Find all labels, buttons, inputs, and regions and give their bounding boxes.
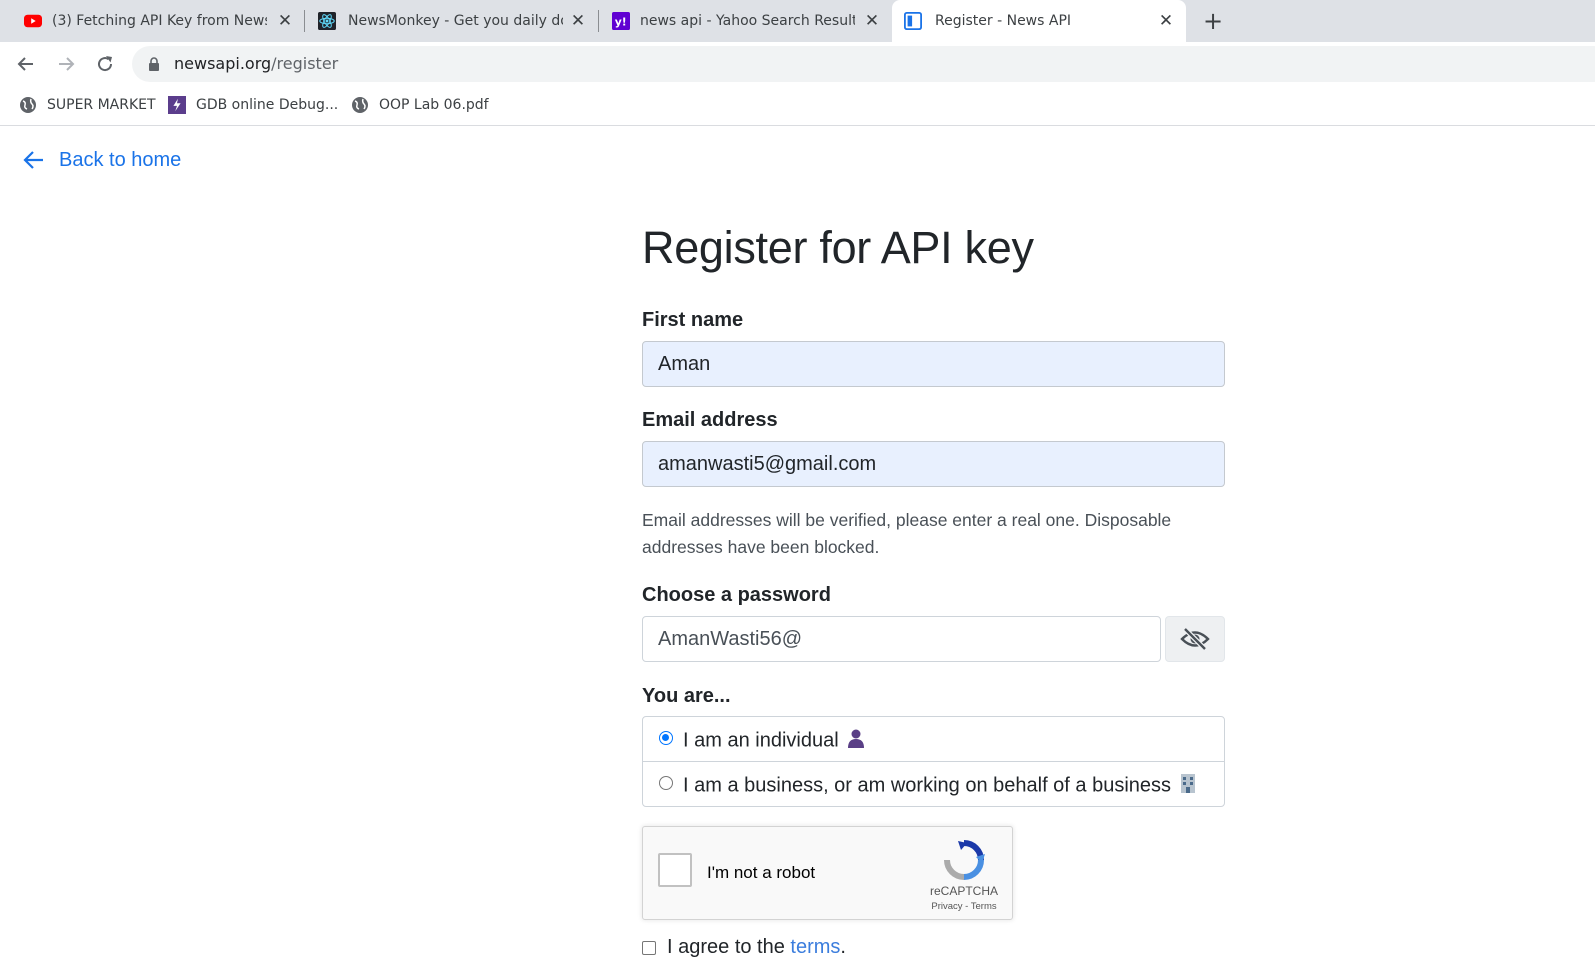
bookmarks-bar: SUPER MARKET GDB online Debug... OOP Lab… <box>0 86 1595 126</box>
bookmark-oop-lab[interactable]: OOP Lab 06.pdf <box>351 95 489 115</box>
reload-icon[interactable] <box>91 50 119 78</box>
password-input[interactable]: AmanWasti56@ <box>642 616 1161 662</box>
office-building-icon <box>1179 773 1197 799</box>
tab-newsmonkey[interactable]: NewsMonkey - Get you daily dos ✕ <box>308 0 599 42</box>
password-label: Choose a password <box>642 584 831 606</box>
agree-terms-row: I agree to the terms. <box>642 936 846 959</box>
email-help-text: Email addresses will be verified, please… <box>642 510 1172 557</box>
bookmark-super-market[interactable]: SUPER MARKET <box>19 95 156 115</box>
radio-individual-text: I am an individual <box>683 728 865 754</box>
agree-terms-text: I agree to the terms. <box>667 936 846 959</box>
recaptcha-checkbox[interactable] <box>658 853 692 887</box>
email-label: Email address <box>642 409 778 431</box>
bookmark-label: GDB online Debug... <box>196 97 339 113</box>
tab-title: NewsMonkey - Get you daily dos <box>348 13 563 29</box>
tab-close-icon[interactable]: ✕ <box>862 11 882 31</box>
eye-slash-icon <box>1180 627 1210 651</box>
youtube-icon <box>24 12 42 30</box>
recaptcha-brand: reCAPTCHA <box>929 884 998 898</box>
tab-close-icon[interactable]: ✕ <box>1156 11 1176 31</box>
tab-title: (3) Fetching API Key from News A <box>52 13 267 29</box>
radio-business-label: I am a business, or am working on behalf… <box>683 774 1172 797</box>
first-name-input[interactable]: Aman <box>642 341 1225 387</box>
radio-option-individual[interactable]: I am an individual <box>643 717 1224 762</box>
bookmark-label: OOP Lab 06.pdf <box>379 97 489 113</box>
arrow-left-icon <box>23 151 43 169</box>
agree-terms-suffix: . <box>840 936 846 958</box>
yahoo-icon: y! <box>612 12 630 30</box>
bookmark-gdb[interactable]: GDB online Debug... <box>168 95 338 115</box>
you-are-label: You are... <box>642 685 731 707</box>
lock-icon[interactable] <box>148 57 160 76</box>
recaptcha-privacy-terms[interactable]: Privacy - Terms <box>911 901 1017 912</box>
browser-toolbar: newsapi.org/register <box>0 42 1595 86</box>
newsapi-icon <box>904 12 922 30</box>
email-input[interactable]: amanwasti5@gmail.com <box>642 441 1225 487</box>
gdb-icon <box>168 96 186 114</box>
radio-individual-label: I am an individual <box>683 729 839 752</box>
person-icon <box>847 728 865 754</box>
back-arrow-icon[interactable] <box>12 50 40 78</box>
password-visibility-toggle[interactable] <box>1165 616 1225 662</box>
tab-youtube[interactable]: (3) Fetching API Key from News A ✕ <box>14 0 305 42</box>
bookmark-label: SUPER MARKET <box>47 97 156 113</box>
url-path: /register <box>271 54 339 73</box>
tab-close-icon[interactable]: ✕ <box>568 11 588 31</box>
react-icon <box>318 12 336 30</box>
globe-icon <box>351 96 369 114</box>
radio-business[interactable] <box>659 776 673 790</box>
page-title: Register for API key <box>642 222 1034 273</box>
recaptcha-label: I'm not a robot <box>707 863 816 882</box>
radio-individual[interactable] <box>659 731 673 745</box>
back-to-home-label: Back to home <box>59 148 182 171</box>
new-tab-button[interactable]: + <box>1199 8 1227 36</box>
tab-title: Register - News API <box>935 13 1072 29</box>
recaptcha-logo-icon <box>944 840 985 880</box>
radio-option-business[interactable]: I am a business, or am working on behalf… <box>643 762 1224 807</box>
url-host: newsapi.org <box>174 54 272 73</box>
tab-strip: (3) Fetching API Key from News A ✕ NewsM… <box>0 0 1595 42</box>
svg-text:y!: y! <box>615 16 627 29</box>
agree-terms-checkbox[interactable] <box>642 940 656 955</box>
radio-business-text: I am a business, or am working on behalf… <box>683 773 1197 799</box>
tab-separator <box>598 10 599 32</box>
globe-icon <box>19 96 37 114</box>
address-bar[interactable]: newsapi.org/register <box>132 46 1595 82</box>
first-name-label: First name <box>642 309 744 331</box>
account-type-radio-group: I am an individual I am a business, or a… <box>642 716 1225 807</box>
tab-close-icon[interactable]: ✕ <box>275 11 295 31</box>
tab-title: news api - Yahoo Search Results <box>640 13 855 29</box>
tab-separator <box>304 10 305 32</box>
tab-register-active[interactable]: Register - News API ✕ <box>892 0 1186 42</box>
tab-yahoo[interactable]: y! news api - Yahoo Search Results ✕ <box>602 0 892 42</box>
agree-terms-prefix: I agree to the <box>667 936 791 958</box>
recaptcha-widget: I'm not a robot reCAPTCHA Privacy - Term… <box>642 826 1013 920</box>
terms-link[interactable]: terms <box>790 936 840 958</box>
back-to-home-link[interactable]: Back to home <box>22 148 181 172</box>
address-url[interactable]: newsapi.org/register <box>174 55 338 73</box>
forward-arrow-icon[interactable] <box>52 50 80 78</box>
